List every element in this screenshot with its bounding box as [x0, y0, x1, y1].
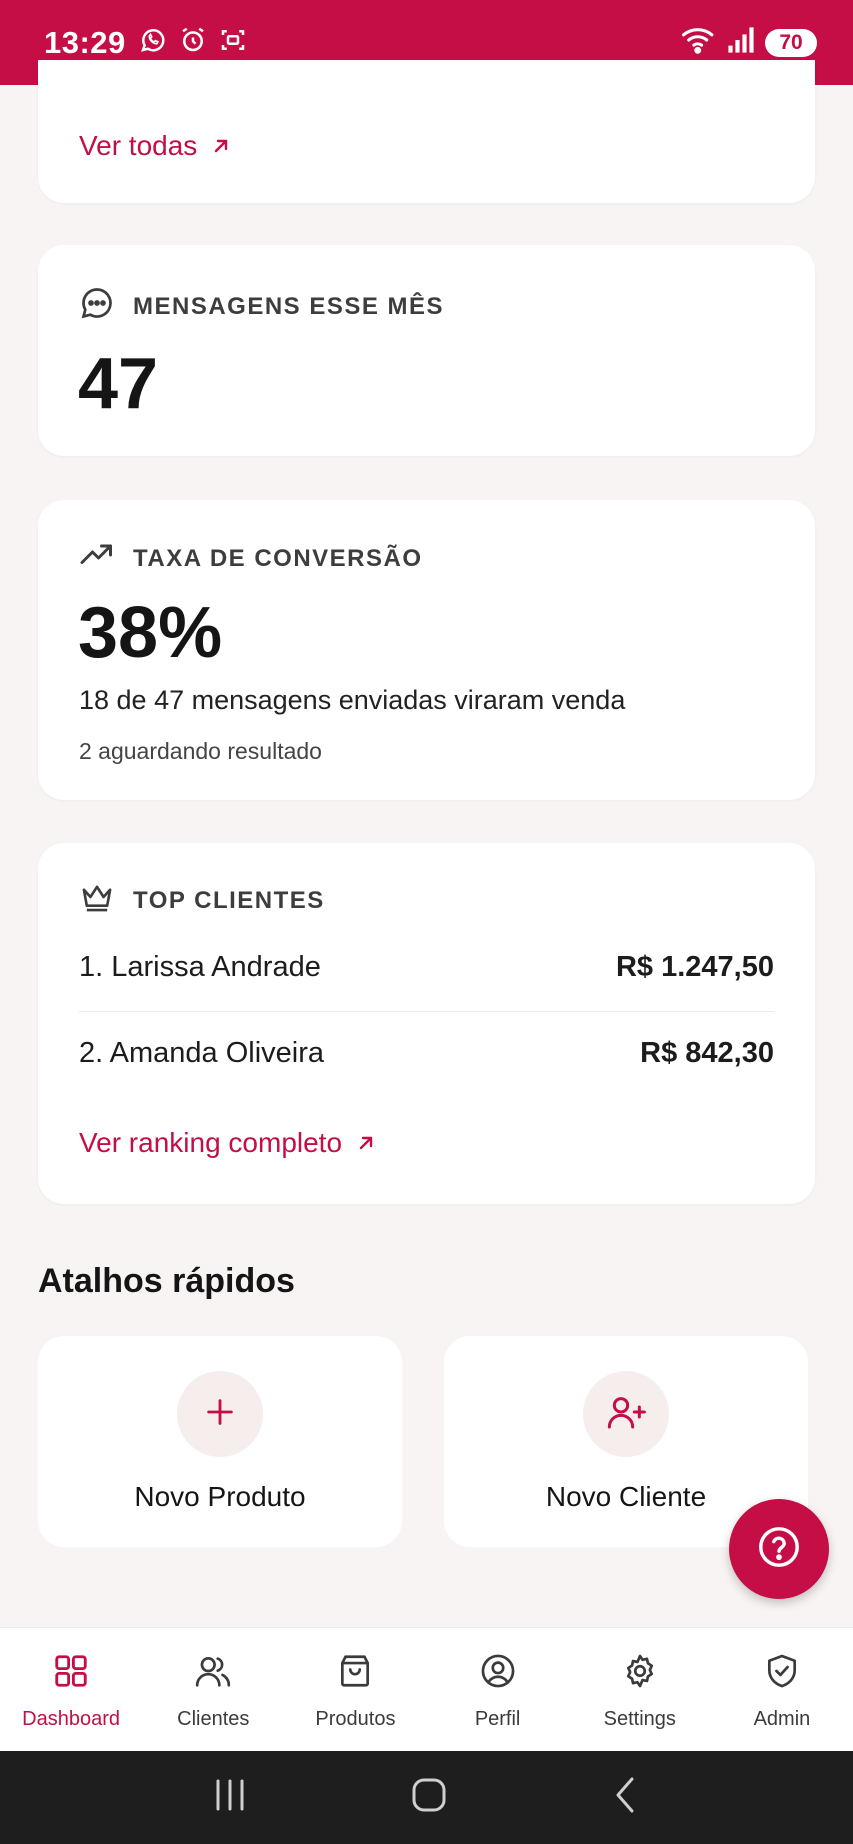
table-row[interactable]: 1. Larissa Andrade R$ 1.247,50 [79, 951, 774, 984]
client-value: R$ 842,30 [640, 1037, 774, 1069]
nav-item-dashboard[interactable]: Dashboard [0, 1628, 142, 1751]
nav-item-clientes[interactable]: Clientes [142, 1628, 284, 1751]
top-clients-card: TOP CLIENTES 1. Larissa Andrade R$ 1.247… [38, 843, 815, 1204]
system-nav-bar [0, 1751, 853, 1844]
user-circle-icon [479, 1652, 517, 1696]
new-client-label: Novo Cliente [545, 1481, 707, 1512]
new-product-button[interactable]: Novo Produto [38, 1336, 402, 1547]
bottom-nav: Dashboard Clientes Produtos Perfil Setti… [0, 1627, 853, 1751]
user-plus-icon-container [583, 1371, 669, 1457]
users-icon [194, 1652, 232, 1696]
nav-label: Clientes [177, 1708, 250, 1730]
client-name: 1. Larissa Andrade [79, 951, 321, 983]
nav-label: Produtos [315, 1708, 396, 1730]
conversion-subtitle: 18 de 47 mensagens enviadas viraram vend… [79, 685, 626, 715]
user-plus-icon [604, 1392, 648, 1437]
chat-bubble-icon [79, 285, 115, 328]
back-icon[interactable] [608, 1775, 644, 1820]
plus-icon-container [177, 1371, 263, 1457]
top-clients-title: TOP CLIENTES [133, 886, 325, 914]
new-product-label: Novo Produto [134, 1481, 306, 1512]
top-clients-header: TOP CLIENTES [79, 881, 325, 920]
arrow-up-right-icon [356, 1133, 376, 1153]
messages-count: 47 [78, 344, 159, 424]
arrow-up-right-icon [211, 136, 231, 156]
home-icon[interactable] [409, 1775, 449, 1820]
trending-up-icon [79, 540, 115, 577]
help-icon [756, 1524, 802, 1575]
signal-icon [727, 26, 755, 59]
crown-icon [79, 881, 115, 920]
divider [79, 1011, 774, 1012]
plus-icon [203, 1395, 237, 1434]
conversion-note: 2 aguardando resultado [79, 738, 322, 764]
conversion-rate: 38% [78, 593, 223, 673]
help-button[interactable] [729, 1499, 829, 1599]
shortcuts-title: Atalhos rápidos [38, 1262, 295, 1300]
view-full-ranking-label: Ver ranking completo [79, 1127, 343, 1158]
messages-card-header: MENSAGENS ESSE MÊS [79, 285, 444, 328]
alarm-icon [178, 25, 208, 60]
conversion-card-header: TAXA DE CONVERSÃO [79, 540, 423, 577]
client-value: R$ 1.247,50 [615, 951, 774, 983]
dashboard-icon [52, 1652, 90, 1696]
status-notification-icons [138, 25, 248, 60]
table-row[interactable]: 2. Amanda Oliveira R$ 842,30 [79, 1037, 774, 1070]
screenshot-icon [218, 25, 248, 60]
nav-label: Perfil [474, 1708, 521, 1730]
gear-icon [621, 1652, 659, 1696]
shopping-bag-icon [336, 1652, 374, 1696]
conversion-card-title: TAXA DE CONVERSÃO [133, 544, 423, 572]
messages-card: MENSAGENS ESSE MÊS 47 [38, 245, 815, 456]
status-left: 13:29 [44, 25, 248, 61]
recent-card: Ver todas [38, 60, 815, 203]
nav-item-perfil[interactable]: Perfil [427, 1628, 569, 1751]
view-all-link[interactable]: Ver todas [79, 130, 231, 162]
client-name: 2. Amanda Oliveira [79, 1037, 325, 1069]
messages-card-title: MENSAGENS ESSE MÊS [133, 292, 445, 320]
whatsapp-icon [138, 25, 168, 60]
battery-icon: 70 [765, 28, 817, 57]
nav-label: Settings [603, 1708, 676, 1730]
status-time: 13:29 [44, 24, 126, 60]
nav-item-produtos[interactable]: Produtos [284, 1628, 426, 1751]
view-all-label: Ver todas [79, 130, 198, 161]
view-full-ranking-link[interactable]: Ver ranking completo [79, 1127, 376, 1159]
recent-apps-icon[interactable] [210, 1777, 250, 1818]
nav-label: Admin [753, 1708, 811, 1730]
nav-item-admin[interactable]: Admin [711, 1628, 853, 1751]
nav-item-settings[interactable]: Settings [569, 1628, 711, 1751]
conversion-card: TAXA DE CONVERSÃO 38% 18 de 47 mensagens… [38, 500, 815, 800]
nav-label: Dashboard [22, 1708, 120, 1730]
status-right: 70 [681, 25, 817, 60]
shield-check-icon [763, 1652, 801, 1696]
wifi-icon [681, 25, 717, 60]
